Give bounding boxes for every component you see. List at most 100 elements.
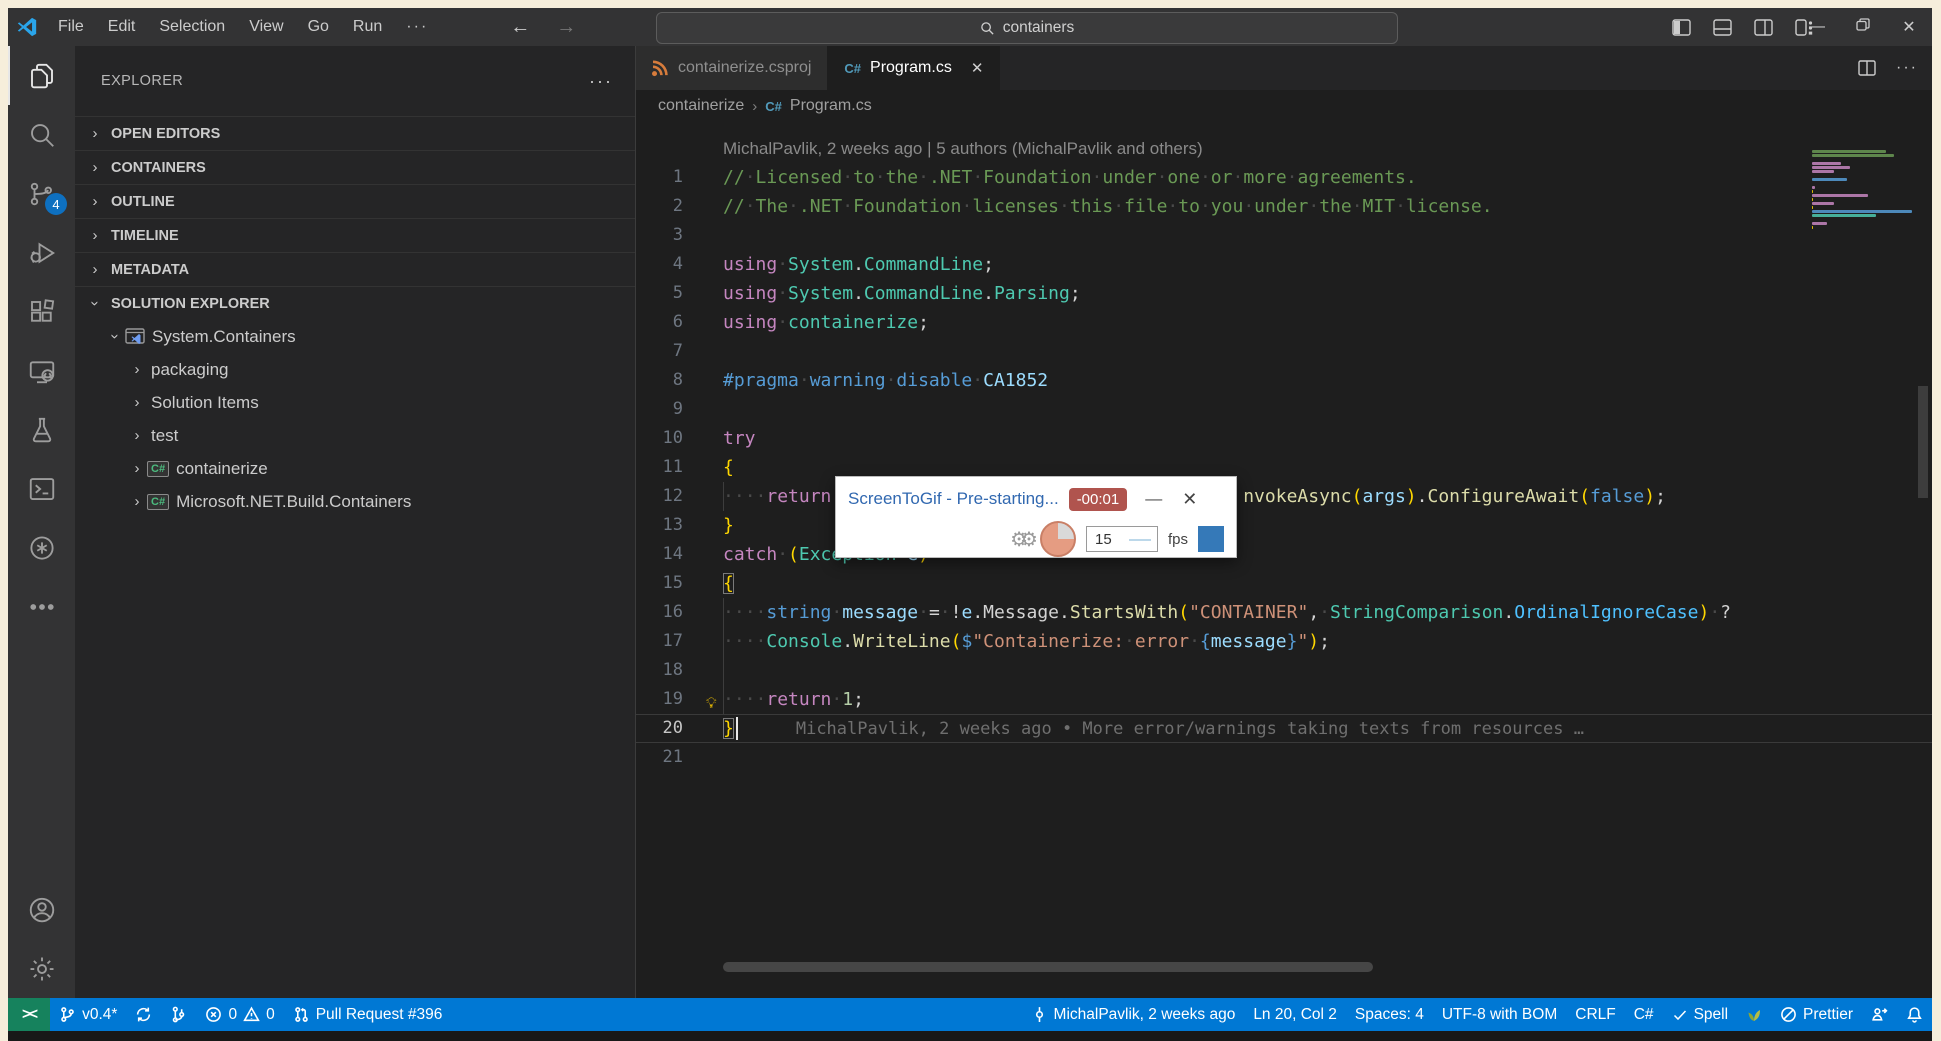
notifications-item[interactable] xyxy=(1897,998,1932,1031)
horizontal-scrollbar[interactable] xyxy=(723,962,1373,972)
blame-item[interactable]: MichalPavlik, 2 weeks ago xyxy=(1022,998,1245,1031)
forward-arrow-icon[interactable]: → xyxy=(556,16,576,39)
eol-item[interactable]: CRLF xyxy=(1566,998,1624,1031)
screentogif-settings-gears-icon[interactable]: ⚙⚙ xyxy=(1010,527,1030,552)
code-line-4[interactable]: 4using·System.CommandLine; xyxy=(636,250,1932,279)
minimap[interactable] xyxy=(1812,150,1914,234)
toggle-secondary-sidebar-icon[interactable] xyxy=(1754,19,1773,36)
code-line-18[interactable]: 18 xyxy=(636,656,1932,685)
remote-indicator[interactable]: >< xyxy=(8,998,50,1031)
menu-edit[interactable]: Edit xyxy=(96,18,148,36)
run-debug-icon[interactable] xyxy=(8,223,75,282)
code-line-20[interactable]: 20}MichalPavlik, 2 weeks ago • More erro… xyxy=(636,714,1932,743)
section-containers[interactable]: ›CONTAINERS xyxy=(75,150,635,184)
prettier-item[interactable]: Prettier xyxy=(1771,998,1862,1031)
explorer-sidebar: EXPLORER ··· ›OPEN EDITORS›CONTAINERS›OU… xyxy=(75,46,636,998)
code-line-3[interactable]: 3 xyxy=(636,221,1932,250)
menu-run[interactable]: Run xyxy=(341,18,394,36)
close-tab-icon[interactable]: ✕ xyxy=(971,59,984,77)
screentogif-pie-icon[interactable] xyxy=(1040,521,1076,557)
spell-item[interactable]: Spell xyxy=(1663,998,1737,1031)
screentogif-minimize-button[interactable]: — xyxy=(1145,489,1162,509)
code-line-10[interactable]: 10try xyxy=(636,424,1932,453)
minimize-button[interactable]: — xyxy=(1794,18,1840,36)
sidebar-more-icon[interactable]: ··· xyxy=(589,71,613,92)
more-icon[interactable] xyxy=(8,577,75,636)
section-timeline[interactable]: ›TIMELINE xyxy=(75,218,635,252)
back-arrow-icon[interactable]: ← xyxy=(510,16,530,39)
menu-file[interactable]: File xyxy=(46,18,96,36)
feedback-item[interactable] xyxy=(1862,998,1897,1031)
toggle-panel-icon[interactable] xyxy=(1713,19,1732,36)
code-line-13[interactable]: 13} xyxy=(636,511,1932,540)
code-line-7[interactable]: 7 xyxy=(636,337,1932,366)
breadcrumb-folder[interactable]: containerize xyxy=(658,97,744,115)
section-metadata[interactable]: ›METADATA xyxy=(75,252,635,286)
code-line-5[interactable]: 5using·System.CommandLine.Parsing; xyxy=(636,279,1932,308)
explorer-icon[interactable] xyxy=(8,46,75,105)
pull-request-item[interactable]: Pull Request #396 xyxy=(284,998,452,1031)
tree-item-test[interactable]: ›test xyxy=(75,419,635,452)
code-line-15[interactable]: 15{ xyxy=(636,569,1932,598)
account-icon[interactable] xyxy=(8,880,75,939)
toggle-sidebar-icon[interactable] xyxy=(1672,19,1691,36)
code-line-6[interactable]: 6using·containerize; xyxy=(636,308,1932,337)
section-solution-explorer[interactable]: ›SOLUTION EXPLORER xyxy=(75,286,635,320)
code-area[interactable]: MichalPavlik, 2 weeks ago | 5 authors (M… xyxy=(636,122,1932,998)
code-line-16[interactable]: 16····string·message·=·!e.Message.Starts… xyxy=(636,598,1932,627)
code-line-21[interactable]: 21 xyxy=(636,743,1932,772)
testing-icon[interactable] xyxy=(8,400,75,459)
tree-item-solution-items[interactable]: ›Solution Items xyxy=(75,386,635,419)
screentogif-record-button[interactable] xyxy=(1198,526,1224,552)
code-line-2[interactable]: 2//·The·.NET·Foundation·licenses·this·fi… xyxy=(636,192,1932,221)
git-graph-item[interactable] xyxy=(161,998,196,1031)
fps-slider[interactable] xyxy=(1129,539,1151,541)
cursor-position-item[interactable]: Ln 20, Col 2 xyxy=(1244,998,1346,1031)
split-editor-icon[interactable] xyxy=(1858,60,1876,76)
menubar-more[interactable]: ··· xyxy=(394,18,440,36)
remote-explorer-icon[interactable] xyxy=(8,341,75,400)
editor-more-icon[interactable]: ··· xyxy=(1896,59,1918,77)
close-button[interactable]: ✕ xyxy=(1886,17,1932,37)
screentogif-close-button[interactable]: ✕ xyxy=(1182,489,1197,510)
breadcrumb-file[interactable]: Program.cs xyxy=(790,97,872,115)
problems-item[interactable]: 00 xyxy=(196,998,283,1031)
tree-item-containerize[interactable]: ›C#containerize xyxy=(75,452,635,485)
indentation-item[interactable]: Spaces: 4 xyxy=(1346,998,1433,1031)
section-outline[interactable]: ›OUTLINE xyxy=(75,184,635,218)
code-line-8[interactable]: 8#pragma·warning·disable·CA1852 xyxy=(636,366,1932,395)
tab-program-cs[interactable]: C#Program.cs✕ xyxy=(828,46,1000,90)
code-line-11[interactable]: 11{ xyxy=(636,453,1932,482)
terminal-icon[interactable] xyxy=(8,459,75,518)
section-open-editors[interactable]: ›OPEN EDITORS xyxy=(75,116,635,150)
vertical-scrollbar[interactable] xyxy=(1918,386,1928,498)
code-line-19[interactable]: 19💡︎····return·1; xyxy=(636,685,1932,714)
tab-containerize-csproj[interactable]: containerize.csproj xyxy=(636,46,828,90)
restore-button[interactable] xyxy=(1840,18,1886,36)
code-line-14[interactable]: 14catch·(Exception·e) xyxy=(636,540,1932,569)
plugin-leaf-item[interactable] xyxy=(1737,998,1771,1031)
tree-item-microsoft-net-build-containers[interactable]: ›C#Microsoft.NET.Build.Containers xyxy=(75,485,635,518)
extensions-icon[interactable] xyxy=(8,282,75,341)
code-line-17[interactable]: 17····Console.WriteLine($"Containerize:·… xyxy=(636,627,1932,656)
branch-item[interactable]: v0.4* xyxy=(50,998,126,1031)
tree-item-packaging[interactable]: ›packaging xyxy=(75,353,635,386)
command-center-search[interactable]: containers xyxy=(656,12,1398,44)
encoding-item[interactable]: UTF-8 with BOM xyxy=(1433,998,1566,1031)
language-item[interactable]: C# xyxy=(1625,998,1663,1031)
search-icon[interactable] xyxy=(8,105,75,164)
screentogif-fps-input[interactable]: 15 xyxy=(1086,526,1158,552)
menu-selection[interactable]: Selection xyxy=(147,18,237,36)
settings-gear-icon[interactable] xyxy=(8,939,75,998)
code-line-12[interactable]: 12····return nvokeAsync(args).ConfigureA… xyxy=(636,482,1932,511)
sparkle-circle-icon[interactable] xyxy=(8,518,75,577)
menu-go[interactable]: Go xyxy=(296,18,341,36)
sync-item[interactable] xyxy=(126,998,161,1031)
tree-item-system-containers[interactable]: ›System.Containers xyxy=(75,320,635,353)
code-line-9[interactable]: 9 xyxy=(636,395,1932,424)
breadcrumb[interactable]: containerize › C# Program.cs xyxy=(636,90,1932,122)
menu-view[interactable]: View xyxy=(237,18,295,36)
source-control-icon[interactable]: 4 xyxy=(8,164,75,223)
chevron-right-icon: › xyxy=(127,427,147,444)
code-line-1[interactable]: 1//·Licensed·to·the·.NET·Foundation·unde… xyxy=(636,163,1932,192)
